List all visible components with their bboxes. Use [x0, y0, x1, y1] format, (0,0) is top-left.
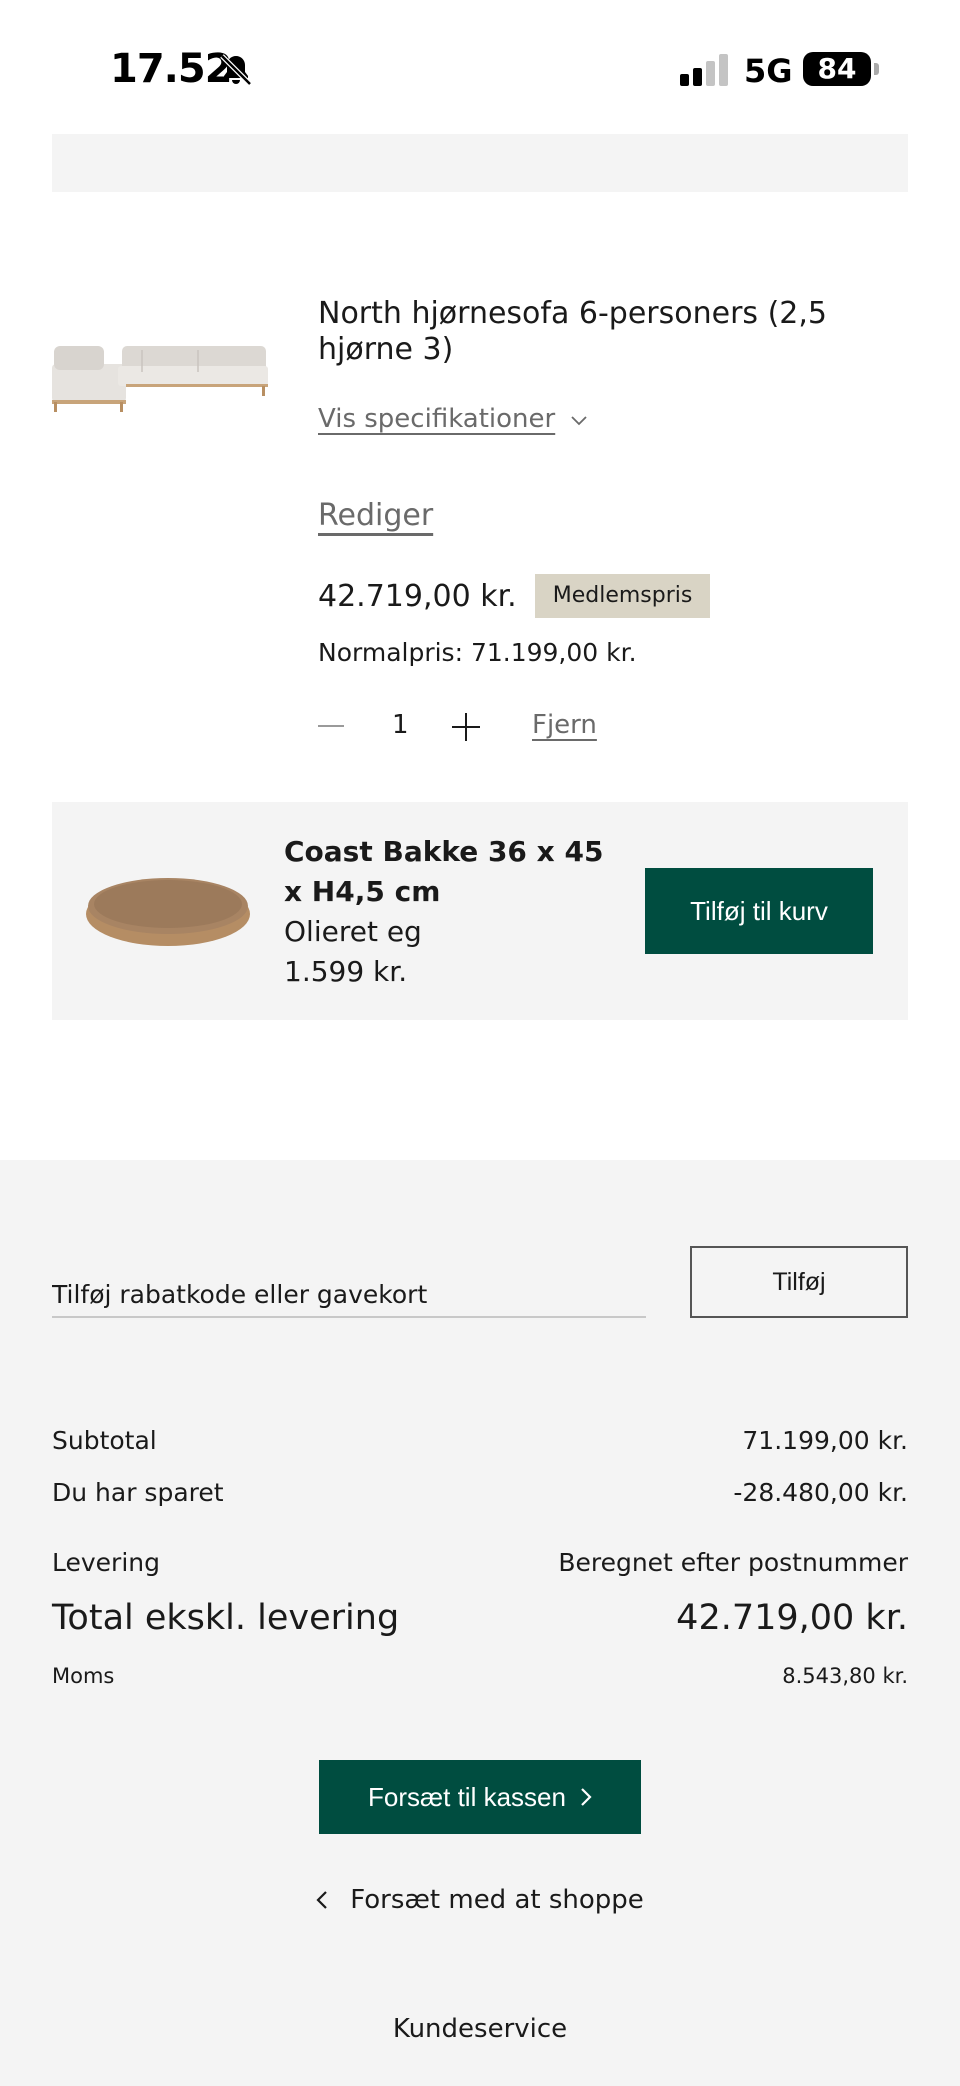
status-bar: 17.52 5G 84 — [0, 0, 960, 130]
customer-service-link[interactable]: Kundeservice — [0, 2014, 960, 2044]
upsell-card: Coast Bakke 36 x 45 x H4,5 cm Olieret eg… — [52, 802, 908, 1020]
upsell-title: Coast Bakke 36 x 45 x H4,5 cm — [284, 835, 604, 908]
delivery-label: Levering — [52, 1548, 160, 1577]
chevron-left-icon — [316, 1891, 327, 1909]
signal-icon — [680, 54, 728, 86]
minus-icon[interactable] — [318, 725, 344, 727]
vat-value: 8.543,80 kr. — [782, 1664, 908, 1688]
plus-icon[interactable] — [452, 713, 480, 741]
delivery-value: Beregnet efter postnummer — [558, 1548, 908, 1577]
spec-toggle-link[interactable]: Vis specifikationer — [318, 404, 555, 434]
cart-item-title: North hjørnesofa 6-personers (2,5 hjørne… — [318, 296, 828, 367]
saved-label: Du har sparet — [52, 1478, 224, 1507]
battery-indicator: 84 — [803, 52, 879, 86]
continue-shopping-label: Forsæt med at shoppe — [350, 1885, 644, 1915]
discount-code-input[interactable] — [52, 1272, 646, 1318]
subtotal-label: Subtotal — [52, 1426, 157, 1455]
normal-price: Normalpris: 71.199,00 kr. — [318, 638, 637, 667]
total-label: Total ekskl. levering — [52, 1598, 400, 1638]
tray-product-image — [86, 878, 250, 946]
upsell-price: 1.599 kr. — [284, 955, 408, 988]
subtotal-value: 71.199,00 kr. — [742, 1426, 908, 1455]
vat-label: Moms — [52, 1664, 115, 1688]
saved-value: -28.480,00 kr. — [733, 1478, 908, 1507]
total-value: 42.719,00 kr. — [676, 1598, 908, 1638]
status-time: 17.52 — [110, 46, 233, 92]
member-price-badge: Medlemspris — [534, 574, 711, 618]
edit-item-link[interactable]: Rediger — [318, 498, 433, 533]
item-price: 42.719,00 kr. — [318, 578, 517, 614]
chevron-down-icon[interactable] — [570, 414, 588, 428]
price-row: 42.719,00 kr. Medlemspris — [318, 574, 711, 618]
quantity-value: 1 — [392, 710, 409, 740]
checkout-button-label: Forsæt til kassen — [368, 1781, 566, 1812]
continue-shopping-link[interactable]: Forsæt med at shoppe — [0, 1880, 960, 1920]
upsell-variant: Olieret eg — [284, 915, 422, 948]
apply-discount-button[interactable]: Tilføj — [690, 1246, 908, 1318]
order-summary: Tilføj Subtotal 71.199,00 kr. Du har spa… — [0, 1160, 960, 2086]
remove-item-link[interactable]: Fjern — [532, 710, 597, 740]
bell-slash-icon — [220, 54, 252, 86]
top-banner — [52, 134, 908, 192]
sofa-product-image — [52, 346, 268, 412]
checkout-button[interactable]: Forsæt til kassen — [319, 1760, 641, 1834]
chevron-right-icon — [581, 1788, 592, 1806]
network-label: 5G — [744, 52, 793, 90]
add-to-cart-button[interactable]: Tilføj til kurv — [645, 868, 873, 954]
